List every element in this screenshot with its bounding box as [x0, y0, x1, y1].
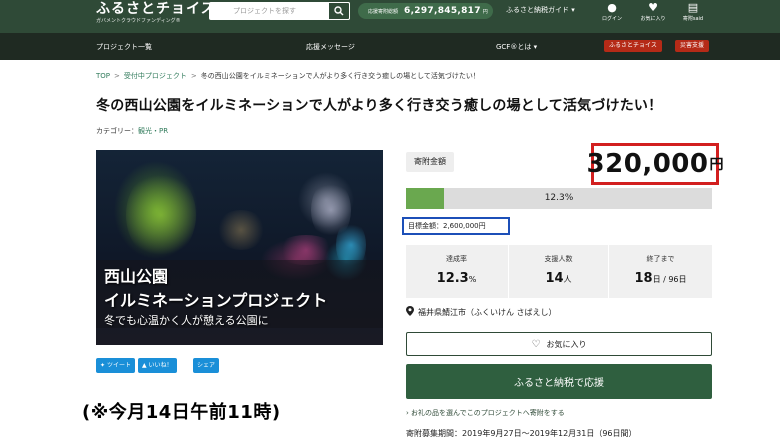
chevron-down-icon: ▾	[571, 6, 575, 14]
progress-label: 12.3%	[544, 193, 574, 203]
breadcrumb-separator: >	[114, 72, 120, 80]
twitter-bird-icon: ✦	[100, 362, 106, 369]
funding-progress-bar: 12.3%	[406, 188, 712, 209]
donation-amount-highlight: 320,000 円	[587, 143, 723, 185]
breadcrumb-current: 冬の西山公園をイルミネーションで人がより多く行き交う癒しの場として活気づけたい！	[200, 72, 480, 80]
gift-select-link[interactable]: › お礼の品を選んでこのプロジェクトへ寄附をする	[406, 408, 565, 418]
project-location: 福井県鯖江市（ふくいけん さばえし）	[406, 306, 557, 318]
donation-list-button[interactable]: ▤ 寄附said	[678, 0, 708, 23]
nav-gcf-label: GCF®とは	[496, 43, 532, 51]
category-label: カテゴリー：	[96, 127, 138, 135]
thumbs-up-icon: ▲	[142, 362, 147, 369]
chevron-down-icon: ▾	[533, 43, 538, 51]
gift-box-icon: ▤	[687, 1, 699, 14]
like-button[interactable]: ▲ いいね！	[138, 358, 177, 373]
login-button[interactable]: ● ログイン	[597, 0, 627, 23]
stat-value: 14人	[545, 271, 572, 286]
share-button[interactable]: シェア	[193, 358, 220, 373]
site-header: ふるさとチョイス ガバメントクラウドファンディング® 応援寄附総額 6,297,…	[0, 0, 780, 33]
total-donation-label: 応援寄附総額	[368, 8, 399, 15]
furusato-guide-menu[interactable]: ふるさと納税ガイド ▾	[506, 5, 575, 15]
favorites-button[interactable]: ♥ お気に入り	[638, 0, 668, 23]
project-title: 冬の西山公園をイルミネーションで人がより多く行き交う癒しの場として活気づけたい！	[96, 98, 663, 114]
guide-label: ふるさと納税ガイド	[506, 6, 569, 14]
breadcrumb-top-link[interactable]: TOP	[96, 72, 110, 80]
category-link[interactable]: 観光・PR	[138, 127, 168, 135]
heart-icon: ♥	[648, 1, 658, 14]
broadcast-caption: (※今月14日午前11時)	[82, 402, 281, 423]
site-logo[interactable]: ふるさとチョイス ガバメントクラウドファンディング®	[96, 1, 216, 25]
hero-title-line2: イルミネーションプロジェクト	[104, 291, 328, 310]
add-favorite-button[interactable]: ♡ お気に入り	[406, 332, 712, 356]
total-donation-unit: 円	[482, 8, 488, 15]
total-donation-badge: 応援寄附総額 6,297,845,817 円	[358, 3, 493, 19]
donation-amount-unit: 円	[709, 157, 724, 173]
project-hero-image: 西山公園 イルミネーションプロジェクト 冬でも心温かく人が憩える公園に	[96, 150, 383, 345]
stat-days-remaining: 終了まで 18日 / 96日	[610, 245, 711, 298]
illuminated-tree	[126, 170, 196, 260]
funding-stats-panel: 達成率 12.3% 支援人数 14人 終了まで 18日 / 96日	[406, 245, 712, 298]
total-donation-value: 6,297,845,817	[404, 6, 481, 16]
search-icon	[334, 6, 344, 16]
donate-button[interactable]: ふるさと納税で応援	[406, 364, 712, 399]
breadcrumb-separator: >	[190, 72, 197, 80]
stat-value: 18日 / 96日	[634, 271, 687, 286]
main-nav: プロジェクト一覧 応援メッセージ GCF®とは ▾ ふるさとチョイス 災害支援	[0, 33, 780, 60]
logo-subtitle: ガバメントクラウドファンディング®	[96, 18, 181, 24]
project-category: カテゴリー：観光・PR	[96, 126, 168, 136]
target-amount-highlight: 目標金額：2,600,000円	[402, 217, 510, 235]
breadcrumb: TOP > 受付中プロジェクト > 冬の西山公園をイルミネーションで人がより多く行き交う…	[96, 71, 480, 81]
map-pin-icon	[406, 306, 414, 316]
search-box	[209, 2, 350, 20]
nav-project-list[interactable]: プロジェクト一覧	[96, 42, 152, 52]
heart-outline-icon: ♡	[531, 338, 541, 350]
disaster-support-link[interactable]: 災害支援	[675, 40, 710, 52]
favorite-label: お気に入り	[546, 339, 587, 349]
stat-label: 達成率	[446, 255, 467, 263]
nav-support-messages[interactable]: 応援メッセージ	[306, 42, 355, 52]
gift-select-label: お礼の品を選んでこのプロジェクトへ寄附をする	[411, 409, 565, 417]
furusato-choice-link[interactable]: ふるさとチョイス	[604, 40, 662, 52]
stat-label: 終了まで	[646, 255, 675, 263]
location-text: 福井県鯖江市（ふくいけん さばえし）	[418, 308, 557, 317]
search-button[interactable]	[328, 2, 350, 20]
stat-label: 支援人数	[544, 255, 573, 263]
donation-list-label: 寄附said	[682, 16, 704, 22]
hero-title-line1: 西山公園	[104, 267, 169, 286]
donation-period: 寄附募集期間：2019年9月27日～2019年12月31日（96日間）	[406, 429, 637, 438]
donation-amount-value: 320,000	[586, 149, 709, 179]
login-label: ログイン	[601, 16, 622, 22]
illuminated-tree	[216, 210, 266, 250]
breadcrumb-accepting-link[interactable]: 受付中プロジェクト	[124, 72, 187, 80]
favorites-label: お気に入り	[640, 16, 666, 22]
user-icon: ●	[607, 1, 617, 14]
chevron-right-icon: ›	[406, 409, 409, 417]
tweet-button[interactable]: ✦ ツイート	[96, 358, 135, 373]
search-input[interactable]	[209, 2, 327, 20]
like-label: いいね！	[148, 362, 173, 369]
tweet-label: ツイート	[106, 362, 131, 369]
stat-supporters: 支援人数 14人	[508, 245, 609, 298]
nav-gcf-about[interactable]: GCF®とは ▾	[496, 42, 537, 52]
stat-achievement-rate: 達成率 12.3%	[406, 245, 507, 298]
logo-text: ふるさとチョイス	[96, 1, 216, 17]
stat-value: 12.3%	[436, 271, 477, 286]
hero-subtitle: 冬でも心温かく人が憩える公園に	[104, 314, 269, 327]
donation-amount-tag: 寄附金額	[406, 152, 454, 172]
